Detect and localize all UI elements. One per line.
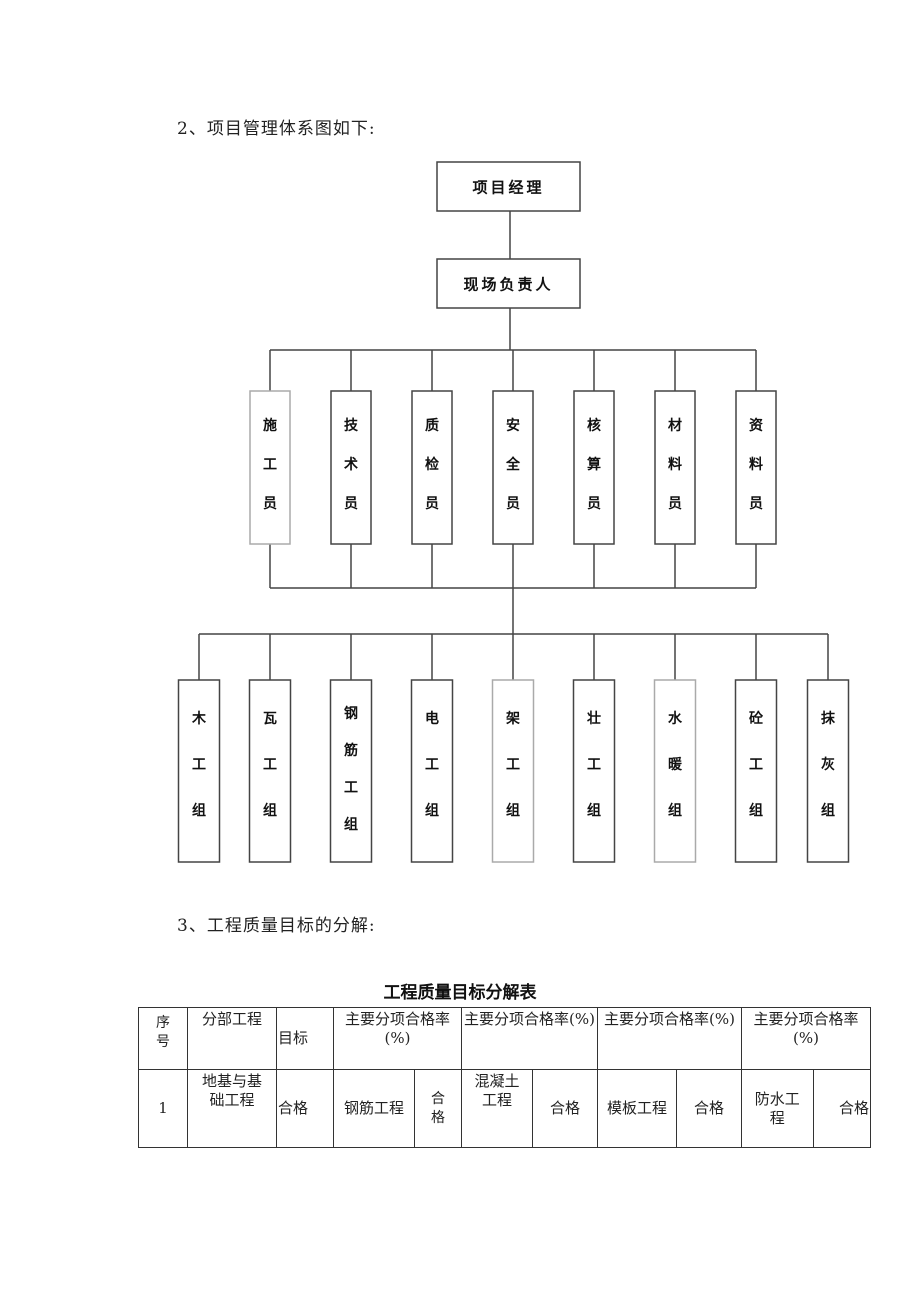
cell-result-4: 合格 <box>812 1069 872 1148</box>
table-header-row: 序号 分部工程 目标 主要分项合格率(%) 主要分项合格率(%) 主要分项合格率… <box>138 1007 871 1070</box>
org-box-staff-6-char: 材 <box>668 417 682 434</box>
header-rate-4: 主要分项合格率(%) <box>741 1007 871 1070</box>
org-box-team-2-char: 工 <box>263 757 277 773</box>
cell-item-4: 防水工程 <box>741 1069 814 1148</box>
org-box-staff-7-char: 资 <box>749 417 763 434</box>
org-box-staff-3-char: 检 <box>425 456 439 473</box>
org-box-team-8-char: 工 <box>749 757 763 773</box>
org-box-team-3-char: 钢 <box>344 705 358 722</box>
org-box-team-7-char: 组 <box>668 802 682 819</box>
section-3-heading: 3、工程质量目标的分解: <box>177 916 376 936</box>
header-rate-2: 主要分项合格率(%) <box>461 1007 598 1070</box>
org-box-team-5-char: 组 <box>506 802 520 819</box>
org-box-staff-3-char: 员 <box>425 496 439 512</box>
org-box-team-3-char: 工 <box>344 780 358 796</box>
org-box-team-1: 木工组 <box>177 679 221 863</box>
org-box-staff-4-char: 员 <box>506 496 520 512</box>
org-box-team-4-char: 组 <box>425 802 439 819</box>
org-chart: 项目经理现场负责人施工员技术员质检员安全员核算员材料员资料员木工组瓦工组钢筋工组… <box>177 161 850 863</box>
cell-item-2: 混凝土工程 <box>461 1069 533 1148</box>
org-box-staff-7-char: 料 <box>749 456 763 473</box>
org-box-staff-5-char: 算 <box>587 456 601 473</box>
org-box-site-lead: 现场负责人 <box>436 258 581 309</box>
org-box-staff-6-char: 员 <box>668 496 682 512</box>
org-box-team-9: 抹灰组 <box>806 679 850 863</box>
org-box-team-3-char: 筋 <box>344 742 358 759</box>
table-row: 1 地基与基础工程 合格 钢筋工程 合格 混凝土工程 合格 模板工程 合格 防水… <box>138 1069 872 1148</box>
header-division: 分部工程 <box>187 1007 277 1070</box>
org-box-team-7-char: 暖 <box>668 756 683 773</box>
org-box-team-9-char: 抹 <box>821 710 836 727</box>
org-box-team-1-char: 木 <box>191 710 207 727</box>
org-box-team-8-char: 砼 <box>749 710 764 727</box>
org-box-staff-2: 技术员 <box>330 390 372 545</box>
org-box-staff-1: 施工员 <box>249 390 291 545</box>
org-box-site-lead-label: 现场负责人 <box>463 276 553 294</box>
org-box-project-manager-label: 项目经理 <box>472 179 544 197</box>
org-box-team-9-char: 组 <box>821 802 835 819</box>
org-box-team-6: 壮工组 <box>572 679 616 863</box>
org-box-team-5-char: 架 <box>505 710 520 727</box>
org-box-team-6-char: 组 <box>587 802 601 819</box>
cell-division: 地基与基础工程 <box>187 1069 277 1148</box>
org-box-team-7-char: 水 <box>668 710 683 727</box>
org-box-staff-6-char: 料 <box>668 456 682 473</box>
org-box-project-manager: 项目经理 <box>436 161 581 212</box>
cell-result-1: 合格 <box>414 1069 462 1148</box>
org-box-team-4-char: 工 <box>425 757 439 773</box>
header-target: 目标 <box>276 1007 334 1070</box>
org-box-staff-2-char: 员 <box>344 496 358 512</box>
org-box-staff-7: 资料员 <box>735 390 777 545</box>
org-box-team-2-char: 瓦 <box>263 711 277 727</box>
org-box-staff-7-char: 员 <box>749 496 763 512</box>
cell-result-3: 合格 <box>676 1069 742 1148</box>
org-box-staff-5: 核算员 <box>573 390 615 545</box>
org-box-team-2: 瓦工组 <box>248 679 292 863</box>
org-box-team-3-char: 组 <box>344 816 358 833</box>
org-box-staff-5-char: 员 <box>587 496 601 512</box>
org-box-staff-4-char: 安 <box>506 417 520 434</box>
org-box-team-3: 钢筋工组 <box>329 679 373 863</box>
cell-target: 合格 <box>276 1069 334 1148</box>
org-box-team-2-char: 组 <box>263 802 277 819</box>
cell-result-2: 合格 <box>532 1069 598 1148</box>
org-box-staff-1-char: 工 <box>263 457 277 473</box>
org-box-staff-2-char: 技 <box>344 417 359 434</box>
org-box-team-8: 砼工组 <box>734 679 778 863</box>
cell-item-3: 模板工程 <box>597 1069 677 1148</box>
header-seq: 序号 <box>138 1007 188 1070</box>
org-box-team-5: 架工组 <box>491 679 535 863</box>
org-box-team-9-char: 灰 <box>821 756 835 773</box>
table-title: 工程质量目标分解表 <box>383 983 537 1003</box>
header-rate-1: 主要分项合格率(%) <box>333 1007 462 1070</box>
org-box-staff-1-char: 员 <box>263 496 277 512</box>
org-box-staff-1-char: 施 <box>263 417 277 434</box>
org-box-team-4-char: 电 <box>425 710 439 727</box>
org-box-team-5-char: 工 <box>506 757 520 773</box>
org-box-staff-4: 安全员 <box>492 390 534 545</box>
cell-seq: 1 <box>138 1069 188 1148</box>
org-box-staff-3: 质检员 <box>411 390 453 545</box>
quality-target-table: 序号 分部工程 目标 主要分项合格率(%) 主要分项合格率(%) 主要分项合格率… <box>138 1007 872 1148</box>
org-box-team-1-char: 工 <box>192 757 206 773</box>
cell-item-1: 钢筋工程 <box>333 1069 415 1148</box>
org-box-team-6-char: 工 <box>587 757 601 773</box>
header-rate-3: 主要分项合格率(%) <box>597 1007 742 1070</box>
org-box-staff-3-char: 质 <box>425 417 439 434</box>
org-box-team-1-char: 组 <box>192 802 206 819</box>
org-box-team-6-char: 壮 <box>587 710 601 727</box>
org-box-team-7: 水暖组 <box>653 679 697 863</box>
org-box-staff-5-char: 核 <box>587 417 601 434</box>
org-box-staff-2-char: 术 <box>344 456 358 473</box>
org-box-staff-4-char: 全 <box>505 456 521 473</box>
org-box-staff-6: 材料员 <box>654 390 696 545</box>
org-box-team-4: 电工组 <box>410 679 454 863</box>
org-box-team-8-char: 组 <box>749 802 763 819</box>
